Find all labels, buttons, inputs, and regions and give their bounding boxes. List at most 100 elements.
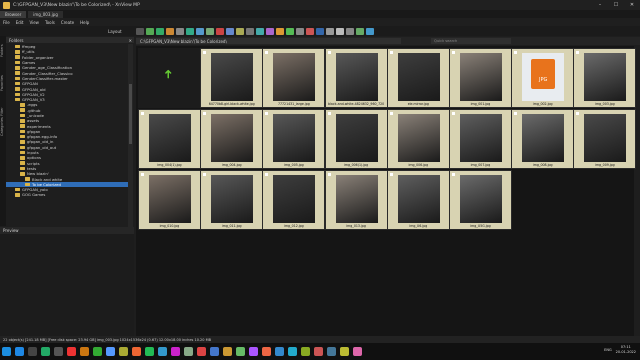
path-field[interactable]: C:\GFPGAN_V3\New blazin'\To be Colorized… — [136, 38, 401, 44]
taskbar-app-icon[interactable] — [197, 347, 206, 356]
toolbar-tool-icon[interactable] — [146, 27, 154, 35]
thumbnail-item[interactable]: img_009.jpg — [573, 109, 637, 169]
taskbar-app-icon[interactable] — [41, 347, 50, 356]
close-icon[interactable]: ✕ — [129, 38, 134, 43]
taskbar-app-icon[interactable] — [301, 347, 310, 356]
select-checkbox[interactable] — [389, 112, 393, 115]
toolbar-tool-icon[interactable] — [366, 27, 374, 35]
taskbar-app-icon[interactable] — [184, 347, 193, 356]
taskbar-app-icon[interactable] — [340, 347, 349, 356]
tab-browser[interactable]: Browser — [0, 11, 27, 18]
taskbar-app-icon[interactable] — [80, 347, 89, 356]
side-tab-favorites[interactable]: Favorites — [0, 68, 4, 98]
menu-view[interactable]: View — [29, 20, 39, 25]
side-tab-folders[interactable]: Folders — [0, 36, 4, 66]
taskbar-app-icon[interactable] — [158, 347, 167, 356]
thumbnail-item[interactable]: img_013.jpg — [324, 170, 388, 230]
select-checkbox[interactable] — [452, 173, 455, 176]
toolbar-tool-icon[interactable] — [196, 27, 204, 35]
scroll-thumb[interactable] — [129, 84, 132, 144]
taskbar-app-icon[interactable] — [171, 347, 180, 356]
toolbar-tool-icon[interactable] — [226, 27, 234, 35]
select-checkbox[interactable] — [576, 51, 580, 54]
toolbar-tool-icon[interactable] — [336, 27, 344, 35]
toolbar-tool-icon[interactable] — [166, 27, 174, 35]
layout-button[interactable]: Layout — [108, 27, 122, 35]
thumbnail-item[interactable]: img_006(1).jpg — [324, 109, 388, 169]
close-icon[interactable]: ✕ — [624, 0, 640, 10]
menu-edit[interactable]: Edit — [16, 20, 24, 25]
toolbar-tool-icon[interactable] — [136, 27, 144, 35]
folder-tree-item[interactable]: GOG Games — [6, 192, 128, 197]
thumbnail-item[interactable]: ➜ — [138, 48, 201, 108]
taskbar-app-icon[interactable] — [353, 347, 362, 356]
menu-file[interactable]: File — [3, 20, 10, 25]
thumbnail-item[interactable]: 77721431_large.jpg — [262, 48, 326, 108]
thumbnail-item[interactable]: img_003.jpg — [573, 48, 637, 108]
thumbnail-item[interactable]: black-and-white-4824632_960_720 — [324, 48, 388, 108]
tree-scrollbar[interactable] — [128, 44, 133, 227]
select-checkbox[interactable] — [389, 173, 393, 176]
toolbar-tool-icon[interactable] — [276, 27, 284, 35]
taskbar-app-icon[interactable] — [28, 347, 37, 356]
select-checkbox[interactable] — [576, 112, 580, 115]
toolbar-tool-icon[interactable] — [256, 27, 264, 35]
toolbar-tool-icon[interactable] — [306, 27, 314, 35]
toolbar-tool-icon[interactable] — [356, 27, 364, 35]
taskbar-app-icon[interactable] — [327, 347, 336, 356]
thumbnail-item[interactable]: 64770b8-girl-black-white.jpg — [200, 48, 264, 108]
toolbar-tool-icon[interactable] — [176, 27, 184, 35]
thumbnail-item[interactable]: JPG img_002.jpg — [511, 48, 575, 108]
toolbar-tool-icon[interactable] — [156, 27, 164, 35]
parent-folder-arrow-icon[interactable]: ➜ — [161, 69, 175, 79]
toolbar-tool-icon[interactable] — [216, 27, 224, 35]
thumbnail-item[interactable]: img_004.jpg — [200, 109, 264, 169]
thumbnail-item[interactable]: img_008.jpg — [511, 109, 575, 169]
toolbar-tool-icon[interactable] — [286, 27, 294, 35]
taskbar-app-icon[interactable] — [288, 347, 297, 356]
toolbar-tool-icon[interactable] — [326, 27, 334, 35]
toolbar-tool-icon[interactable] — [206, 27, 214, 35]
quick-search-input[interactable]: Quick search — [431, 38, 511, 44]
taskbar-app-icon[interactable] — [314, 347, 323, 356]
taskbar-app-icon[interactable] — [249, 347, 258, 356]
thumbnail-item[interactable]: img_U6.jpg — [386, 170, 450, 230]
select-checkbox[interactable] — [141, 112, 144, 115]
toolbar-tool-icon[interactable] — [316, 27, 324, 35]
side-tab-categories[interactable]: Categories Filter — [0, 100, 4, 144]
select-checkbox[interactable] — [141, 173, 144, 176]
taskbar-app-icon[interactable] — [67, 347, 76, 356]
windows-start-icon[interactable] — [2, 347, 11, 356]
toolbar-tool-icon[interactable] — [236, 27, 244, 35]
select-checkbox[interactable] — [389, 51, 393, 54]
thumbnail-item[interactable]: img_001.jpg — [449, 48, 512, 108]
folder-tree[interactable]: ffmpeg ff_utils Folder_organizer Games Gende… — [6, 44, 128, 227]
taskbar-app-icon[interactable] — [54, 347, 63, 356]
thumbnail-item[interactable]: img_005.jpg — [262, 109, 326, 169]
taskbar-app-icon[interactable] — [15, 347, 24, 356]
taskbar-app-icon[interactable] — [132, 347, 141, 356]
taskbar-app-icon[interactable] — [106, 347, 115, 356]
thumbnail-item[interactable]: img_011.jpg — [200, 170, 264, 230]
toolbar-tool-icon[interactable] — [346, 27, 354, 35]
select-checkbox[interactable] — [265, 51, 269, 54]
maximize-icon[interactable]: ☐ — [608, 0, 624, 10]
toolbar-tool-icon[interactable] — [296, 27, 304, 35]
taskbar-app-icon[interactable] — [236, 347, 245, 356]
menu-help[interactable]: Help — [80, 20, 89, 25]
toolbar-tool-icon[interactable] — [266, 27, 274, 35]
thumbnail-item[interactable]: img_007.jpg — [449, 109, 512, 169]
thumbnail-item[interactable]: img_004(1).jpg — [138, 109, 201, 169]
minimize-icon[interactable]: – — [592, 0, 608, 10]
select-checkbox[interactable] — [514, 51, 518, 54]
select-checkbox[interactable] — [452, 112, 455, 115]
select-checkbox[interactable] — [203, 51, 207, 54]
select-checkbox[interactable] — [265, 173, 269, 176]
thumbnail-item[interactable]: img_010.jpg — [138, 170, 201, 230]
select-checkbox[interactable] — [265, 112, 269, 115]
select-checkbox[interactable] — [452, 51, 455, 54]
taskbar-app-icon[interactable] — [210, 347, 219, 356]
select-checkbox[interactable] — [327, 112, 331, 115]
select-checkbox[interactable] — [203, 173, 207, 176]
language-indicator[interactable]: ENG — [604, 348, 612, 352]
